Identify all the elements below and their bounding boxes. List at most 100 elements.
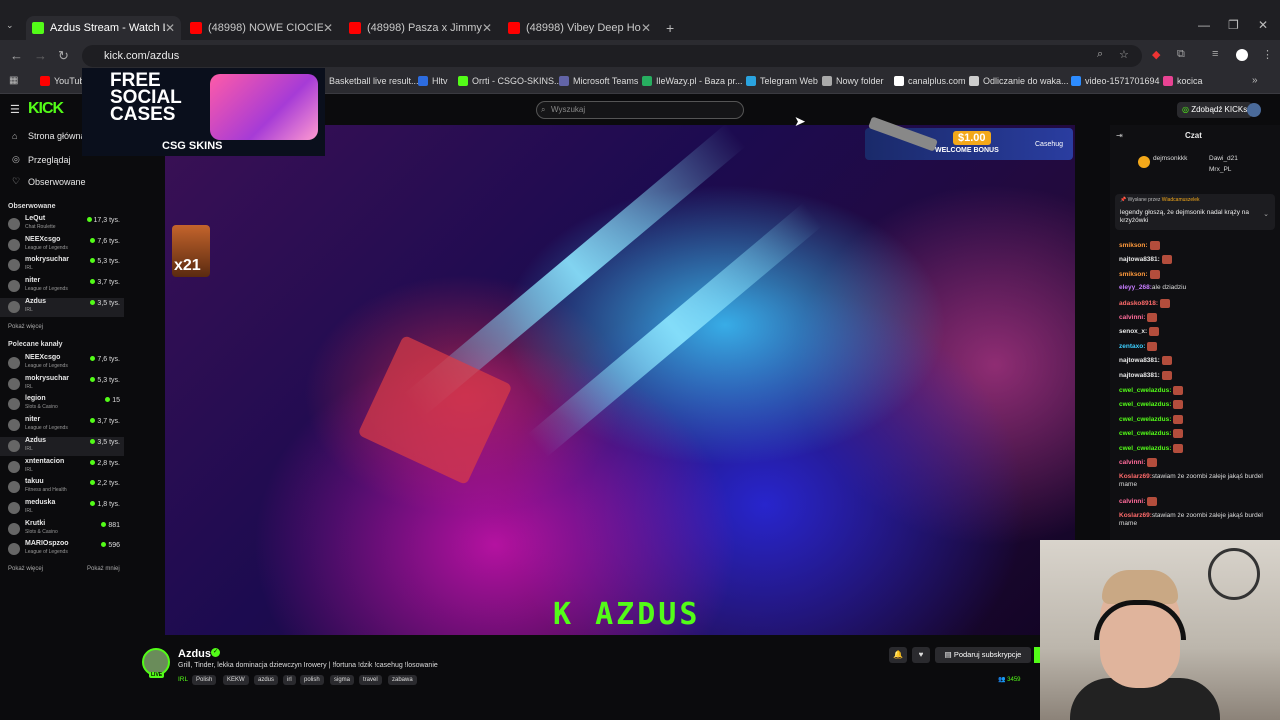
chat-message[interactable]: najtowa8381:	[1119, 371, 1269, 380]
sidebar-channel[interactable]: legion Slots & Casino 15	[0, 395, 124, 414]
chat-message[interactable]: smikson:	[1119, 241, 1269, 250]
apps-icon[interactable]: ▦	[9, 75, 18, 86]
chat-message[interactable]: cwel_cwelazdus:	[1119, 386, 1269, 395]
bookmark-item[interactable]: Odliczanie do waka...	[969, 76, 1069, 86]
bookmark-item[interactable]: Basketball live result...	[315, 76, 419, 86]
sidebar-channel[interactable]: Azdus IRL 3,5 tys.	[0, 297, 124, 317]
stream-tag[interactable]: Polish	[192, 675, 217, 685]
chat-message[interactable]: calvinni:	[1119, 313, 1269, 322]
notification-bell-icon[interactable]: 🔔	[889, 647, 907, 663]
bookmark-item[interactable]: Nowy folder	[822, 76, 884, 86]
show-more-followed[interactable]: Pokaż więcej	[8, 324, 43, 330]
sidebar-channel[interactable]: mokrysuchar IRL 5,3 tys.	[0, 375, 124, 394]
stream-tag[interactable]: zabawa	[388, 675, 417, 685]
extension-icon[interactable]: ◆	[1152, 48, 1160, 61]
forward-icon[interactable]: →	[34, 48, 47, 63]
top-gifter[interactable]: Dawi_d21	[1209, 155, 1238, 162]
show-more-recommended[interactable]: Pokaż więcej	[8, 566, 43, 572]
chat-message[interactable]: calvinni:	[1119, 497, 1269, 506]
sidebar-channel[interactable]: meduska IRL 1,8 tys.	[0, 499, 124, 518]
stream-tag[interactable]: polish	[300, 675, 324, 685]
top-gifter[interactable]: Mrx_PL	[1209, 166, 1231, 173]
stream-category[interactable]: IRL	[178, 676, 188, 683]
bookmark-item[interactable]: kocica	[1163, 76, 1203, 86]
chat-message[interactable]: najtowa8381:	[1119, 356, 1269, 365]
back-icon[interactable]: ←	[10, 48, 23, 63]
chat-message[interactable]: calvinni:	[1119, 458, 1269, 467]
stream-tag[interactable]: azdus	[254, 675, 279, 685]
user-avatar[interactable]	[1247, 103, 1261, 117]
follow-heart-icon[interactable]: ♥	[912, 647, 930, 663]
chat-message[interactable]: smikson:	[1119, 270, 1269, 279]
chat-message[interactable]: Koslarz69:stawiam że zoombi zaleje jakąś…	[1119, 512, 1269, 528]
media-icon[interactable]: ≡	[1212, 48, 1218, 60]
bookmarks-overflow-icon[interactable]: »	[1252, 75, 1258, 86]
profile-avatar[interactable]	[1236, 49, 1248, 61]
minimize-button[interactable]: —	[1198, 18, 1210, 32]
sidebar-nav-item[interactable]: ⌂ Strona główna	[12, 131, 86, 141]
close-tab-icon[interactable]: ✕	[165, 21, 175, 35]
sidebar-channel[interactable]: MARIOspzoo League of Legends 596	[0, 540, 124, 559]
sidebar-channel[interactable]: mokrysuchar IRL 5,3 tys.	[0, 256, 124, 275]
sidebar-channel[interactable]: niter League of Legends 3,7 tys.	[0, 416, 124, 435]
browser-menu-icon[interactable]: ⋮	[1262, 48, 1273, 61]
stream-tag[interactable]: KEKW	[223, 675, 249, 685]
bookmark-item[interactable]: IleWazy.pl - Baza pr...	[642, 76, 743, 86]
bookmark-item[interactable]: video-1571701694	[1071, 76, 1160, 86]
bookmark-star-icon[interactable]: ☆	[1119, 48, 1129, 61]
video-player[interactable]: K AZDUS	[165, 125, 1075, 635]
sidebar-channel[interactable]: NEEXcsgo League of Legends 7,6 tys.	[0, 354, 124, 373]
sidebar-channel[interactable]: takuu Fitness and Health 2,2 tys.	[0, 478, 124, 497]
extensions-puzzle-icon[interactable]: ⧉	[1177, 48, 1185, 61]
bookmark-item[interactable]: Microsoft Teams	[559, 76, 638, 86]
streamer-name[interactable]: Azdus	[178, 648, 211, 660]
chat-message[interactable]: cwel_cwelazdus:	[1119, 444, 1269, 453]
maximize-button[interactable]: ❐	[1228, 18, 1239, 32]
chat-message[interactable]: cwel_cwelazdus:	[1119, 400, 1269, 409]
chat-message[interactable]: cwel_cwelazdus:	[1119, 415, 1269, 424]
sidebar-nav-item[interactable]: ◎ Przeglądaj	[12, 154, 71, 165]
collapse-chat-icon[interactable]: ⇥	[1116, 131, 1123, 140]
chat-message[interactable]: Koslarz69:stawiam że zoombi zaleje jakąś…	[1119, 473, 1269, 489]
browser-tab[interactable]: Azdus Stream - Watch Live✕	[26, 16, 181, 40]
stream-tag[interactable]: sigma	[330, 675, 355, 685]
new-tab-button[interactable]: +	[666, 20, 674, 36]
menu-icon[interactable]: ☰	[10, 103, 20, 116]
reload-icon[interactable]: ↻	[58, 48, 69, 64]
kick-logo[interactable]: KICK	[28, 100, 64, 118]
chat-message[interactable]: eleyy_268:ale dziadziu	[1119, 284, 1269, 292]
stream-tag[interactable]: irl	[283, 675, 296, 685]
browser-tab[interactable]: (48998) NOWE CIOCIE - Rydaw✕	[184, 16, 339, 40]
bookmark-item[interactable]: Hltv	[418, 76, 448, 86]
top-gifter[interactable]: dejmsonkkk	[1153, 155, 1187, 162]
chat-message[interactable]: adasko8918:	[1119, 299, 1269, 308]
chevron-down-icon[interactable]: ⌄	[1263, 210, 1269, 218]
stream-tag[interactable]: travel	[359, 675, 382, 685]
get-kicks-button[interactable]: ◎ Zdobądź KICKs	[1177, 102, 1253, 118]
bookmark-item[interactable]: Orrti - CSGO-SKINS...	[458, 76, 562, 86]
browser-tab[interactable]: (48998) Vibey Deep House Mix✕	[502, 16, 657, 40]
sidebar-channel[interactable]: xntentacion IRL 2,8 tys.	[0, 458, 124, 477]
chat-message[interactable]: zentaxo:	[1119, 342, 1269, 351]
sidebar-channel[interactable]: LeQut Chat Roulette 17,3 tys.	[0, 215, 124, 234]
gift-subscription-button[interactable]: ▤ Podaruj subskrypcje	[935, 647, 1031, 663]
url-input[interactable]: kick.com/azdus	[82, 45, 1142, 67]
sidebar-nav-item[interactable]: ♡ Obserwowane	[12, 176, 86, 187]
close-window-button[interactable]: ✕	[1258, 18, 1268, 32]
chat-message[interactable]: cwel_cwelazdus:	[1119, 429, 1269, 438]
search-input[interactable]: ⌕ Wyszukaj	[536, 101, 744, 119]
show-less-recommended[interactable]: Pokaż mniej	[87, 566, 120, 572]
chat-message[interactable]: najtowa8381:	[1119, 255, 1269, 264]
zoom-icon[interactable]: ⌕	[1097, 48, 1103, 61]
sidebar-channel[interactable]: Azdus IRL 3,5 tys.	[0, 436, 124, 456]
bookmark-item[interactable]: canalplus.com	[894, 76, 966, 86]
promo-banner[interactable]: FREE SOCIAL CASES CSG SKINS	[82, 68, 325, 156]
browser-tab[interactable]: (48998) Pasza x Jimmy Zone - N✕	[343, 16, 498, 40]
sidebar-channel[interactable]: niter League of Legends 3,7 tys.	[0, 277, 124, 296]
tab-list-button[interactable]: ⌄	[6, 20, 14, 31]
close-tab-icon[interactable]: ✕	[482, 21, 492, 35]
close-tab-icon[interactable]: ✕	[323, 21, 333, 35]
pinned-message[interactable]: 📌 Wysłane przez Wiadcamuszelek legendy g…	[1115, 194, 1275, 230]
sidebar-channel[interactable]: Krutki Slots & Casino 881	[0, 520, 124, 539]
sidebar-channel[interactable]: NEEXcsgo League of Legends 7,6 tys.	[0, 236, 124, 255]
